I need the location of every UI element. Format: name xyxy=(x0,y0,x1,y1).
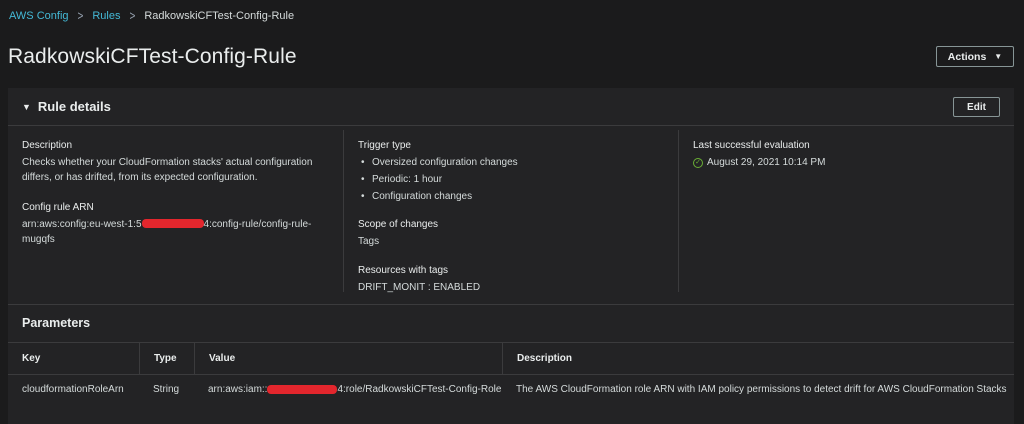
config-rule-arn-value: arn:aws:config:eu-west-1:5 4:config-rule/… xyxy=(22,217,322,247)
column-header-description: Description xyxy=(502,343,1014,374)
list-item: Periodic: 1 hour xyxy=(358,172,668,187)
last-evaluation-status: ✓ August 29, 2021 10:14 PM xyxy=(693,155,993,170)
column-header-type: Type xyxy=(139,343,194,374)
rule-details-column-2: Trigger type Oversized configuration cha… xyxy=(358,138,668,295)
param-description: The AWS CloudFormation role ARN with IAM… xyxy=(516,383,1007,395)
param-value-suffix: 4:role/RadkowskiCFTest-Config-Role xyxy=(337,383,502,395)
rule-details-header[interactable]: ▼ Rule details xyxy=(8,88,1014,126)
redaction-mark xyxy=(267,384,338,394)
parameters-title: Parameters xyxy=(22,316,91,330)
param-value: arn:aws:iam:: 4:role/RadkowskiCFTest-Conf… xyxy=(194,378,501,400)
param-value-prefix: arn:aws:iam:: xyxy=(208,383,268,395)
rule-details-panel: ▼ Rule details Edit Description Checks w… xyxy=(8,88,1014,424)
param-key: cloudformationRoleArn xyxy=(22,383,124,395)
chevron-right-icon: > xyxy=(129,8,136,24)
breadcrumb: AWS Config > Rules > RadkowskiCFTest-Con… xyxy=(9,8,295,24)
list-item: Configuration changes xyxy=(358,189,668,204)
description-value: Checks whether your CloudFormation stack… xyxy=(22,157,313,183)
trigger-list: Oversized configuration changes Periodic… xyxy=(358,155,668,204)
column-divider xyxy=(678,130,679,292)
trigger-type-label: Trigger type xyxy=(358,140,411,151)
breadcrumb-aws-config-link[interactable]: AWS Config xyxy=(9,10,69,22)
breadcrumb-current: RadkowskiCFTest-Config-Rule xyxy=(144,10,295,22)
param-type: String xyxy=(153,383,180,395)
description-label: Description xyxy=(22,140,73,151)
caret-down-icon[interactable]: ▼ xyxy=(22,102,31,112)
column-header-value: Value xyxy=(194,343,502,374)
actions-button-label: Actions xyxy=(947,50,987,63)
rule-details-column-1: Description Checks whether your CloudFor… xyxy=(22,138,322,247)
list-item: Oversized configuration changes xyxy=(358,155,668,170)
check-circle-icon: ✓ xyxy=(693,157,703,168)
breadcrumb-rules-link[interactable]: Rules xyxy=(92,10,120,22)
rule-details-title: Rule details xyxy=(37,99,111,114)
scope-value: Tags xyxy=(358,236,380,247)
last-evaluation-value: August 29, 2021 10:14 PM xyxy=(707,157,826,168)
resources-label: Resources with tags xyxy=(358,265,449,276)
redaction-mark xyxy=(141,219,204,228)
page-title: RadkowskiCFTest-Config-Rule xyxy=(8,45,297,68)
chevron-right-icon: > xyxy=(77,8,84,24)
last-evaluation-label: Last successful evaluation xyxy=(693,140,810,151)
resources-value: DRIFT_MONIT : ENABLED xyxy=(358,282,481,293)
section-divider xyxy=(8,304,1014,305)
config-rule-arn-label: Config rule ARN xyxy=(22,202,94,213)
arn-suffix-line-2: mugqfs xyxy=(22,234,55,245)
actions-button[interactable]: Actions ▼ xyxy=(936,46,1014,67)
arn-suffix: 4:config-rule/config-rule- xyxy=(203,219,312,230)
caret-down-icon: ▼ xyxy=(994,52,1003,61)
rule-details-column-3: Last successful evaluation ✓ August 29, … xyxy=(693,138,993,170)
edit-button[interactable]: Edit xyxy=(953,97,1000,117)
parameters-table-header: Key Type Value Description xyxy=(8,342,1014,375)
column-header-key: Key xyxy=(22,353,41,364)
column-divider xyxy=(343,130,344,292)
scope-label: Scope of changes xyxy=(358,219,439,230)
arn-prefix: arn:aws:config:eu-west-1:5 xyxy=(22,219,142,230)
